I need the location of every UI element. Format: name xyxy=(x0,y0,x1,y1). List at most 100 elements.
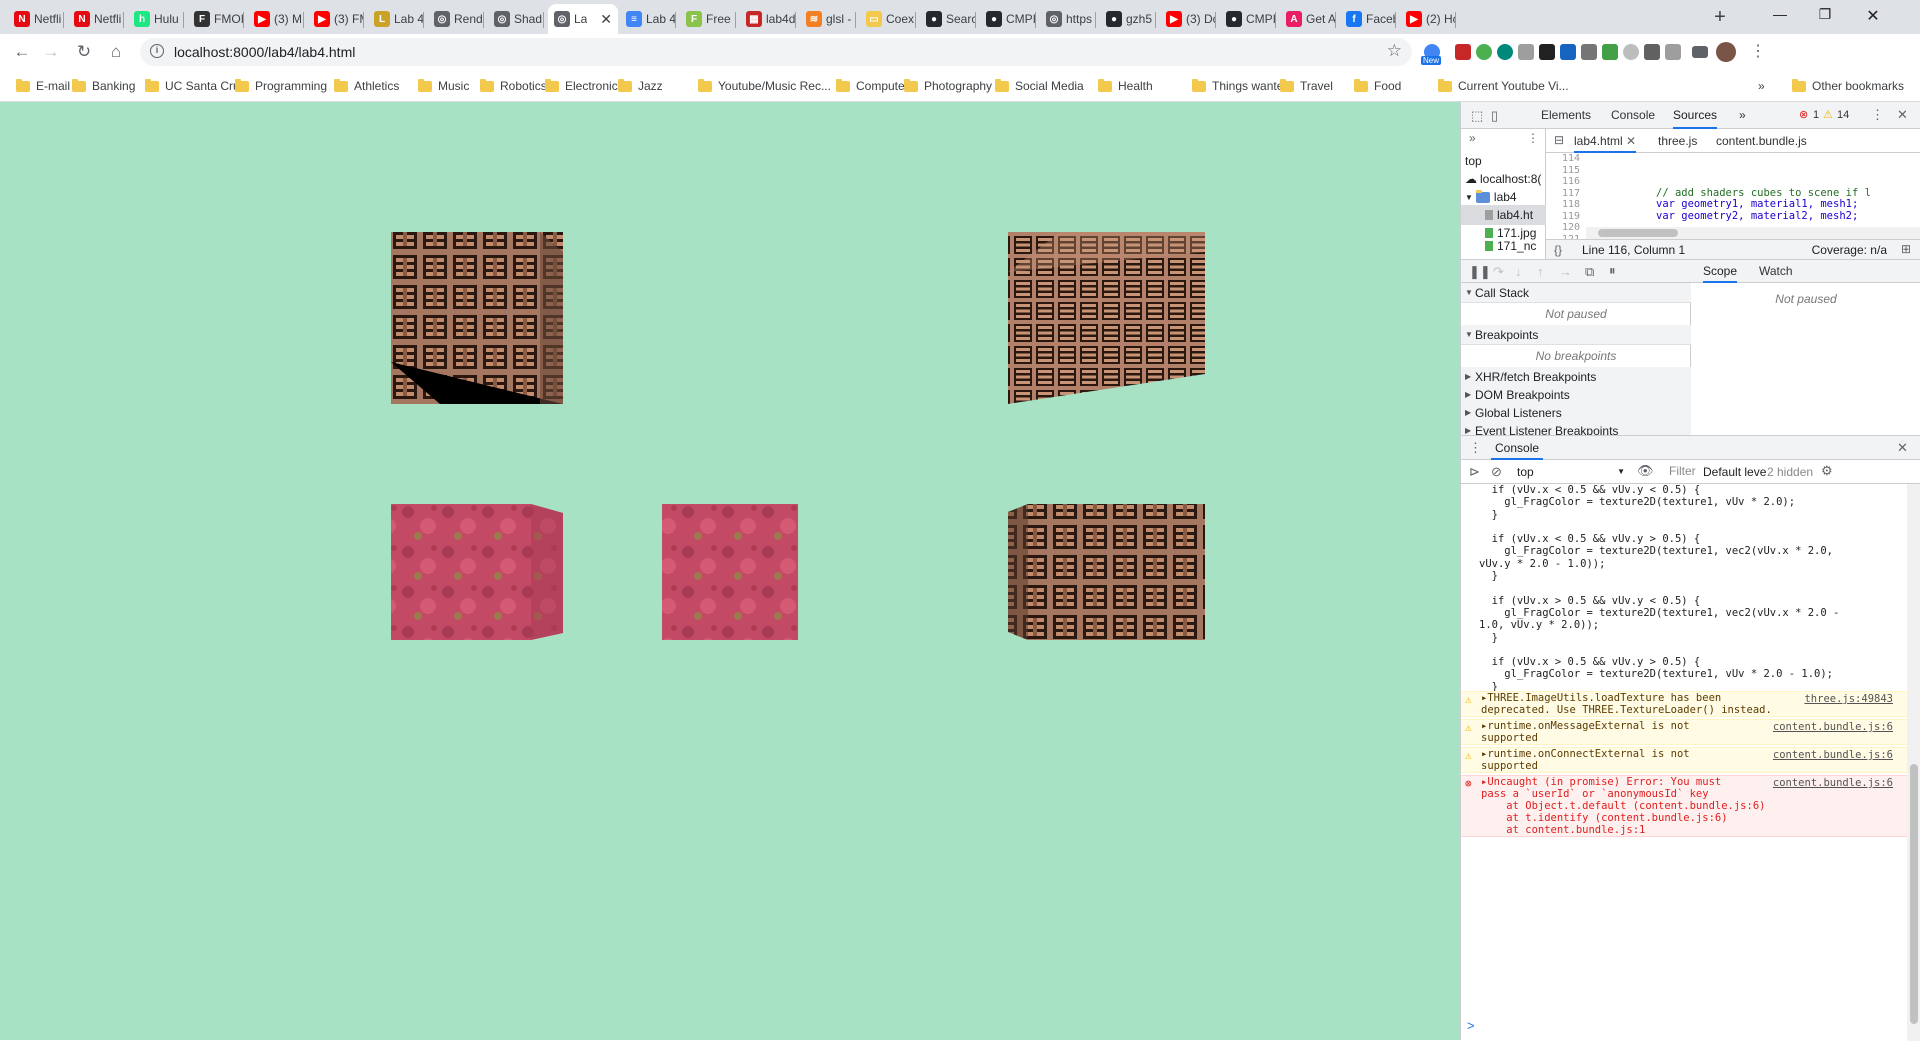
toggle-navigator-icon[interactable]: » xyxy=(1469,131,1476,145)
step-over-icon[interactable]: ↷ xyxy=(1493,264,1504,280)
browser-tab[interactable]: ▶ (3) M xyxy=(248,4,304,34)
browser-tab[interactable]: ● Searc xyxy=(920,4,976,34)
device-toolbar-icon[interactable]: ▯ xyxy=(1491,108,1498,124)
browser-tab[interactable]: ◎ https xyxy=(1040,4,1096,34)
editor-tab-content-bundle[interactable]: content.bundle.js xyxy=(1716,129,1807,153)
bookmark-item[interactable]: Travel xyxy=(1280,78,1333,94)
navigator-item-lab4html[interactable]: lab4.ht xyxy=(1461,205,1546,225)
browser-tab[interactable]: f Faceb xyxy=(1340,4,1396,34)
more-tabs-icon[interactable]: » xyxy=(1739,102,1746,129)
navigator-item-top[interactable]: top xyxy=(1461,151,1546,171)
bookmark-item[interactable]: Things wanted xyxy=(1192,78,1290,94)
message-source-link[interactable]: content.bundle.js:6 xyxy=(1773,777,1893,789)
navigator-item-lab4[interactable]: ▼ lab4 xyxy=(1461,187,1546,207)
menu-icon[interactable]: ⋮ xyxy=(1746,40,1770,64)
console-warning-message[interactable]: ⚠ ▸runtime.onConnectExternal is not suppo… xyxy=(1461,747,1907,773)
bookmark-item[interactable]: Photography xyxy=(904,78,992,94)
coverage-icon[interactable]: ⊞ xyxy=(1901,242,1911,256)
console-warning-message[interactable]: ⚠ ▸runtime.onMessageExternal is not suppo… xyxy=(1461,719,1907,745)
tab-sources[interactable]: Sources xyxy=(1673,102,1718,129)
bookmark-item[interactable]: E-mail xyxy=(16,78,70,94)
bookmark-item[interactable]: Jazz xyxy=(618,78,663,94)
grammarly-icon[interactable] xyxy=(1476,44,1492,60)
home-icon[interactable]: ⌂ xyxy=(104,40,128,64)
drawer-tab-console[interactable]: Console xyxy=(1491,436,1544,460)
close-window-button[interactable]: ✕ xyxy=(1858,6,1888,26)
browser-tab[interactable]: ● CMPI xyxy=(980,4,1036,34)
bookmark-item[interactable]: UC Santa Cruz xyxy=(145,78,246,94)
message-source-link[interactable]: content.bundle.js:6 xyxy=(1773,749,1893,761)
warning-icon[interactable]: ⚠ xyxy=(1823,108,1833,121)
extension-icon[interactable] xyxy=(1602,44,1618,60)
navigator-item-171nc[interactable]: 171_nc xyxy=(1461,239,1546,253)
bookmark-item[interactable]: Food xyxy=(1354,78,1401,94)
bookmark-item[interactable]: Athletics xyxy=(334,78,399,94)
extension-icon[interactable] xyxy=(1644,44,1660,60)
scrollbar-thumb[interactable] xyxy=(1598,229,1678,237)
ublock-icon[interactable] xyxy=(1455,44,1471,60)
tab-elements[interactable]: Elements xyxy=(1541,102,1591,129)
other-bookmarks[interactable]: Other bookmarks xyxy=(1792,78,1904,94)
browser-tab[interactable]: ▦ lab4d xyxy=(740,4,796,34)
close-tab-icon[interactable]: ✕ xyxy=(1626,134,1636,148)
console-settings-icon[interactable]: ⚙ xyxy=(1821,463,1833,479)
message-source-link[interactable]: content.bundle.js:6 xyxy=(1773,721,1893,733)
extension-icon[interactable] xyxy=(1539,44,1555,60)
extension-icon[interactable] xyxy=(1518,44,1534,60)
section-global-listeners[interactable]: ▶ Global Listeners xyxy=(1461,403,1691,423)
webgl-canvas[interactable] xyxy=(0,102,1460,1040)
browser-tab[interactable]: ● gzh5 xyxy=(1100,4,1156,34)
step-into-icon[interactable]: ↓ xyxy=(1515,264,1522,279)
bookmark-item[interactable]: Electronics xyxy=(545,78,624,94)
line-number[interactable]: 114 xyxy=(1546,153,1580,165)
error-icon[interactable]: ⊗ xyxy=(1799,108,1808,121)
eye-icon[interactable]: 👁 xyxy=(1637,463,1654,479)
browser-tab[interactable]: F FMOI xyxy=(188,4,244,34)
browser-tab[interactable]: N Netfli xyxy=(8,4,64,34)
navigator-item-localhost[interactable]: ☁ localhost:8( xyxy=(1461,169,1546,189)
browser-tab[interactable]: N Netfli xyxy=(68,4,124,34)
tab-console[interactable]: Console xyxy=(1611,102,1655,129)
line-number[interactable]: 115 xyxy=(1546,165,1580,177)
browser-tab[interactable]: ◎ Shad xyxy=(488,4,544,34)
new-tab-button[interactable]: + xyxy=(1708,6,1732,30)
browser-tab[interactable]: ● CMPI xyxy=(1220,4,1276,34)
browser-tab[interactable]: ≡ Lab 4 xyxy=(620,4,676,34)
restore-button[interactable]: ❐ xyxy=(1810,6,1840,26)
step-icon[interactable]: → xyxy=(1559,264,1572,279)
context-selector[interactable]: top ▼ xyxy=(1517,465,1625,479)
line-number[interactable]: 120 xyxy=(1546,222,1580,234)
console-error-message[interactable]: ⊗ ▸Uncaught (in promise) Error: You must … xyxy=(1461,775,1907,837)
bookmarks-overflow-icon[interactable]: » xyxy=(1758,78,1765,94)
info-icon[interactable]: i xyxy=(150,44,164,58)
back-icon[interactable]: ← xyxy=(10,40,34,64)
section-dom-breakpoints[interactable]: ▶ DOM Breakpoints xyxy=(1461,385,1691,405)
browser-tab[interactable]: F Free xyxy=(680,4,736,34)
browser-tab[interactable]: ≋ glsl - xyxy=(800,4,856,34)
bookmark-item[interactable]: Social Media xyxy=(995,78,1084,94)
deactivate-breakpoints-icon[interactable]: ⧉ xyxy=(1585,264,1594,280)
line-number[interactable]: 119 xyxy=(1546,211,1580,223)
browser-tab[interactable]: h Hulu xyxy=(128,4,184,34)
line-number[interactable]: 117 xyxy=(1546,188,1580,200)
browser-tab[interactable]: ▶ (2) Hc xyxy=(1400,4,1456,34)
bookmark-item[interactable]: Computer xyxy=(836,78,909,94)
browser-tab[interactable]: A Get A xyxy=(1280,4,1336,34)
console-warning-message[interactable]: ⚠ ▸THREE.ImageUtils.loadTexture has been … xyxy=(1461,691,1907,717)
avatar[interactable] xyxy=(1716,42,1736,62)
console-prompt[interactable]: > xyxy=(1467,1018,1475,1033)
section-breakpoints[interactable]: ▼ Breakpoints xyxy=(1461,325,1691,345)
bookmark-item[interactable]: Current Youtube Vi... xyxy=(1438,78,1569,94)
scrollbar-thumb[interactable] xyxy=(1910,764,1918,1024)
editor-tab-threejs[interactable]: three.js xyxy=(1658,129,1697,153)
address-bar[interactable]: i localhost:8000/lab4/lab4.html ☆ xyxy=(140,38,1412,66)
console-output[interactable]: if (vUv.x < 0.5 && vUv.y < 0.5) { gl_Fra… xyxy=(1461,484,1920,1041)
section-xhr-breakpoints[interactable]: ▶ XHR/fetch Breakpoints xyxy=(1461,367,1691,387)
browser-tab[interactable]: ▶ (3) Dc xyxy=(1160,4,1216,34)
extension-icon[interactable] xyxy=(1581,44,1597,60)
inspect-icon[interactable]: ⬚ xyxy=(1471,108,1483,124)
bookmark-item[interactable]: Robotics xyxy=(480,78,547,94)
bookmark-star-icon[interactable]: ☆ xyxy=(1387,41,1402,61)
bookmark-item[interactable]: Programming xyxy=(235,78,327,94)
toggle-debugger-icon[interactable]: ⊟ xyxy=(1554,133,1564,147)
